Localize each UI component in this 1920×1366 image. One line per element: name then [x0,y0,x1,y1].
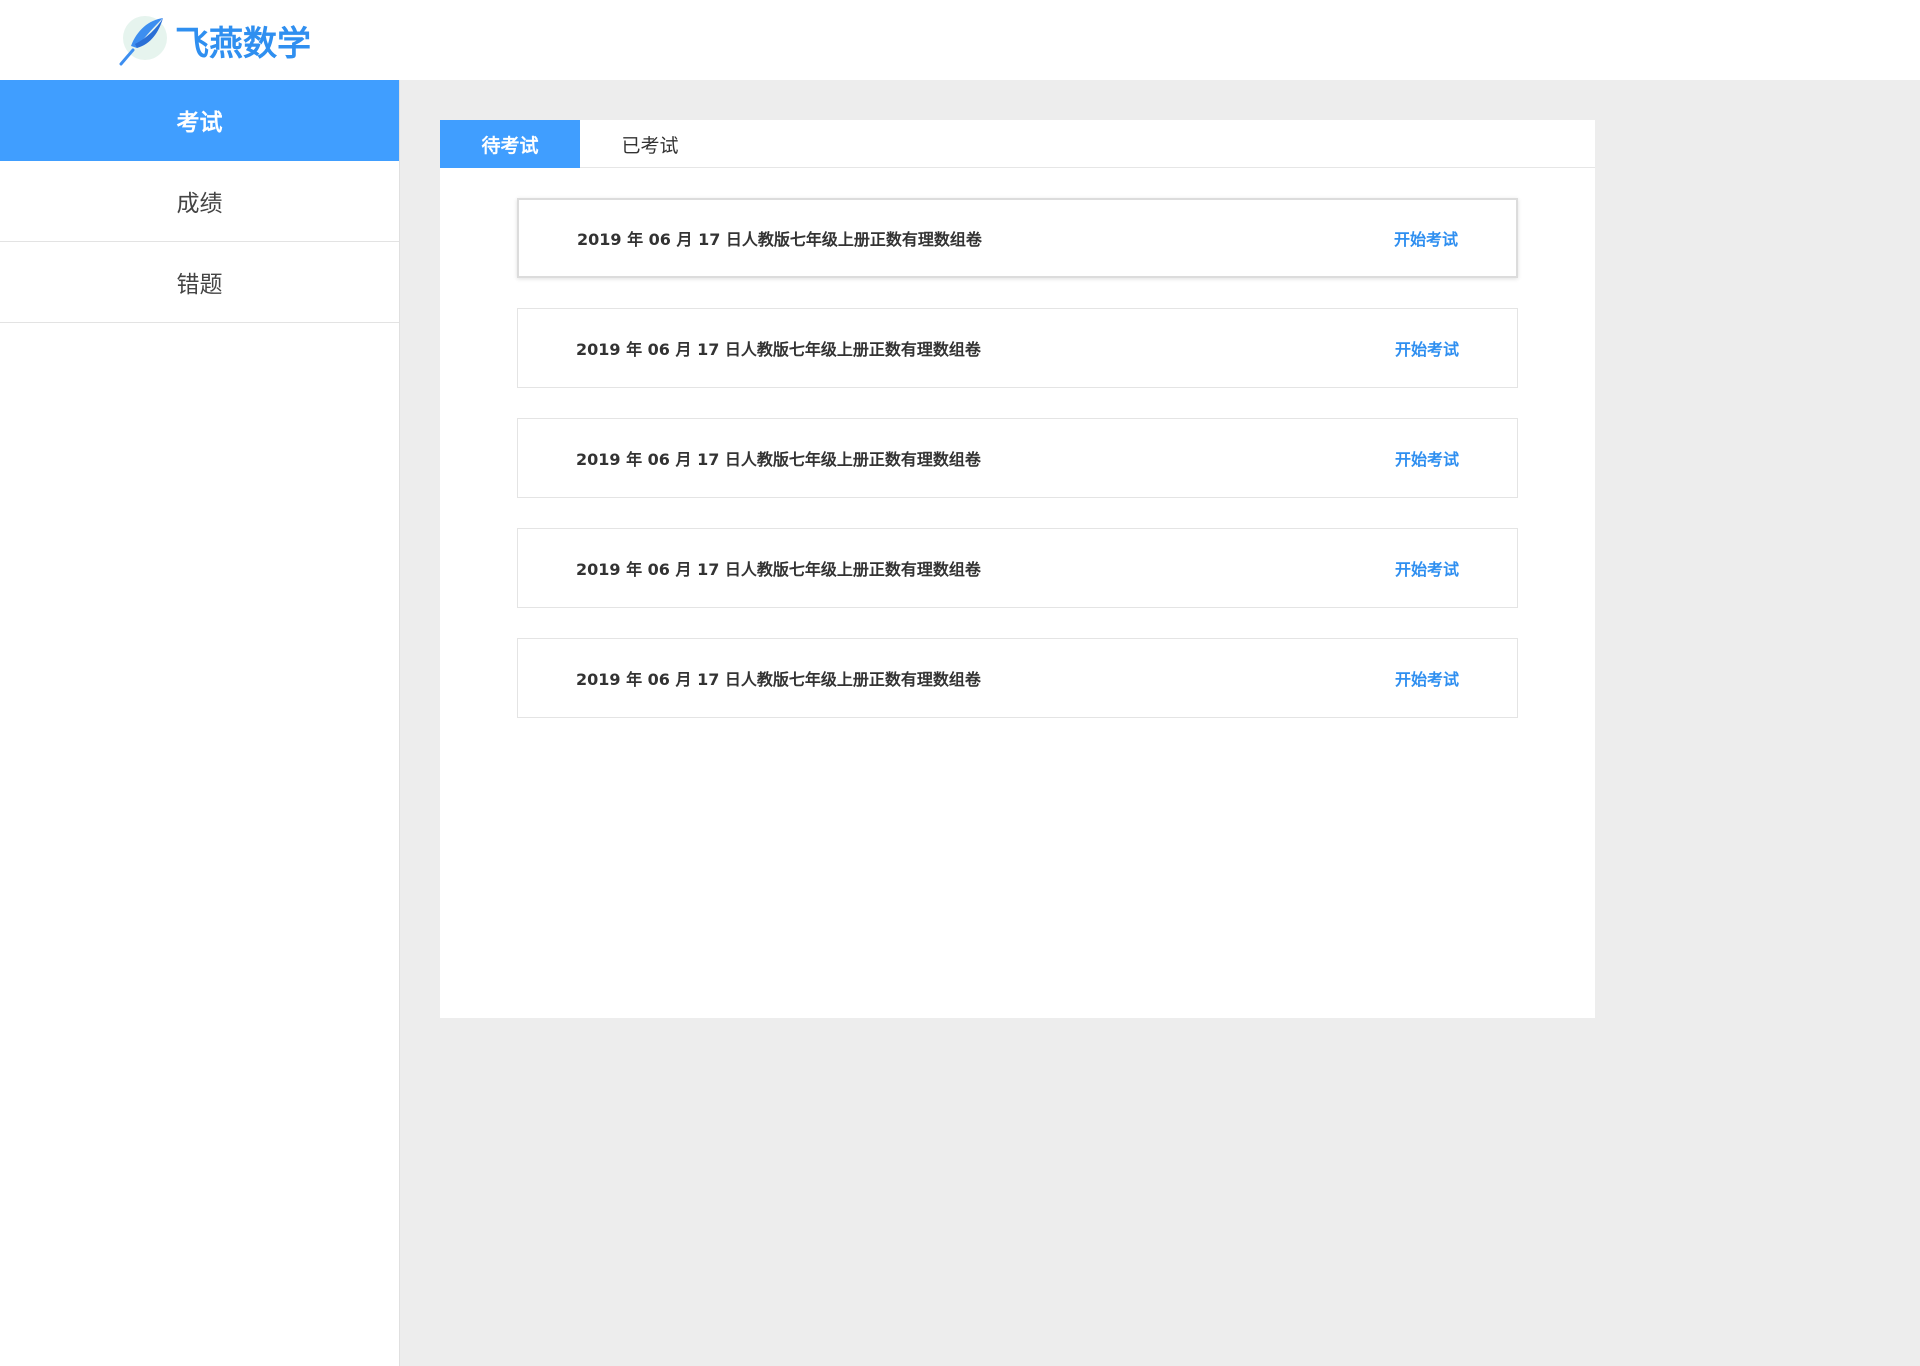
exam-title: 2019 年 06 月 17 日人教版七年级上册正数有理数组卷 [577,230,982,249]
exam-title: 2019 年 06 月 17 日人教版七年级上册正数有理数组卷 [576,450,981,469]
sidebar: 考试 成绩 错题 [0,80,400,1366]
list-item[interactable]: 2019 年 06 月 17 日人教版七年级上册正数有理数组卷 开始考试 [517,528,1518,608]
start-exam-button[interactable]: 开始考试 [1394,226,1458,250]
start-exam-button[interactable]: 开始考试 [1395,446,1459,470]
sidebar-item-mistakes[interactable]: 错题 [0,242,399,323]
exam-tabs: 待考试 已考试 [440,120,1595,168]
exam-title: 2019 年 06 月 17 日人教版七年级上册正数有理数组卷 [576,670,981,689]
main-panel: 待考试 已考试 2019 年 06 月 17 日人教版七年级上册正数有理数组卷 … [440,120,1595,1018]
list-item[interactable]: 2019 年 06 月 17 日人教版七年级上册正数有理数组卷 开始考试 [517,198,1518,278]
exam-title: 2019 年 06 月 17 日人教版七年级上册正数有理数组卷 [576,560,981,579]
logo-text: 飞燕数学 [175,23,311,64]
app-logo[interactable]: 飞燕数学 [115,12,311,68]
exam-list: 2019 年 06 月 17 日人教版七年级上册正数有理数组卷 开始考试 201… [517,198,1518,748]
start-exam-button[interactable]: 开始考试 [1395,556,1459,580]
list-item[interactable]: 2019 年 06 月 17 日人教版七年级上册正数有理数组卷 开始考试 [517,418,1518,498]
start-exam-button[interactable]: 开始考试 [1395,336,1459,360]
tab-completed[interactable]: 已考试 [580,120,720,168]
start-exam-button[interactable]: 开始考试 [1395,666,1459,690]
feather-pen-logo-icon [119,16,167,66]
top-header: 飞燕数学 [0,0,1920,80]
exam-title: 2019 年 06 月 17 日人教版七年级上册正数有理数组卷 [576,340,981,359]
sidebar-item-exam[interactable]: 考试 [0,80,399,161]
list-item[interactable]: 2019 年 06 月 17 日人教版七年级上册正数有理数组卷 开始考试 [517,638,1518,718]
sidebar-item-scores[interactable]: 成绩 [0,161,399,242]
list-item[interactable]: 2019 年 06 月 17 日人教版七年级上册正数有理数组卷 开始考试 [517,308,1518,388]
tab-pending[interactable]: 待考试 [440,120,580,168]
